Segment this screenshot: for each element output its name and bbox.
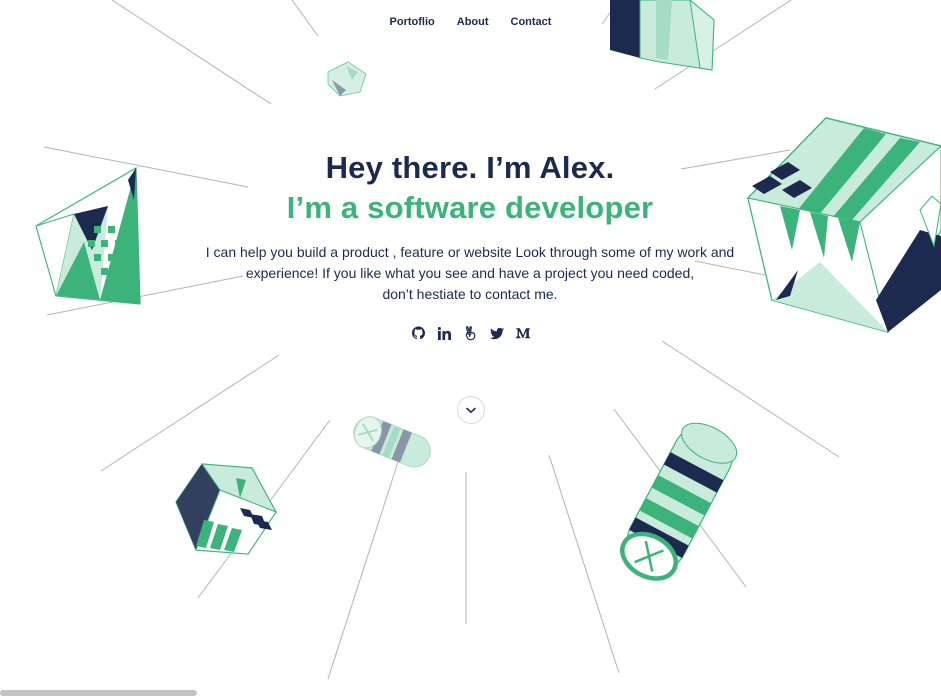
hero-section: Hey there. I’m Alex. I’m a software deve…: [170, 150, 770, 305]
background-illustration: [35, 0, 941, 680]
angellist-icon[interactable]: [464, 325, 478, 341]
small-box-shape: [175, 463, 278, 555]
medium-icon[interactable]: [515, 325, 530, 341]
large-cylinder-shape: [620, 422, 738, 581]
github-icon[interactable]: [412, 325, 426, 341]
twitter-icon[interactable]: [489, 325, 504, 341]
top-nav: Portoflio About Contact: [0, 16, 941, 28]
hero-role: I’m a software developer: [286, 190, 654, 225]
nav-contact-link[interactable]: Contact: [511, 16, 552, 28]
top-box-shape: [610, 0, 715, 71]
chevron-down-icon: [466, 407, 476, 413]
nav-portfolio-link[interactable]: Portoflio: [390, 16, 435, 28]
hero-description: I can help you build a product , feature…: [200, 242, 740, 305]
description-line: don’t hestiate to contact me.: [382, 286, 558, 302]
scroll-down-button[interactable]: [457, 396, 485, 424]
small-cylinder-shape: [353, 416, 431, 468]
social-links: [0, 325, 941, 341]
hero-greeting: Hey there. I’m Alex.: [325, 150, 615, 185]
description-line: I can help you build a product , feature…: [205, 244, 735, 260]
small-cube-shape: [327, 61, 367, 97]
horizontal-scrollbar[interactable]: [0, 690, 197, 696]
pyramid-shape: [35, 166, 141, 305]
description-line: experience! If you like what you see and…: [245, 265, 695, 281]
nav-about-link[interactable]: About: [457, 16, 489, 28]
large-cube-shape: [746, 117, 941, 334]
linkedin-icon[interactable]: [438, 325, 452, 341]
